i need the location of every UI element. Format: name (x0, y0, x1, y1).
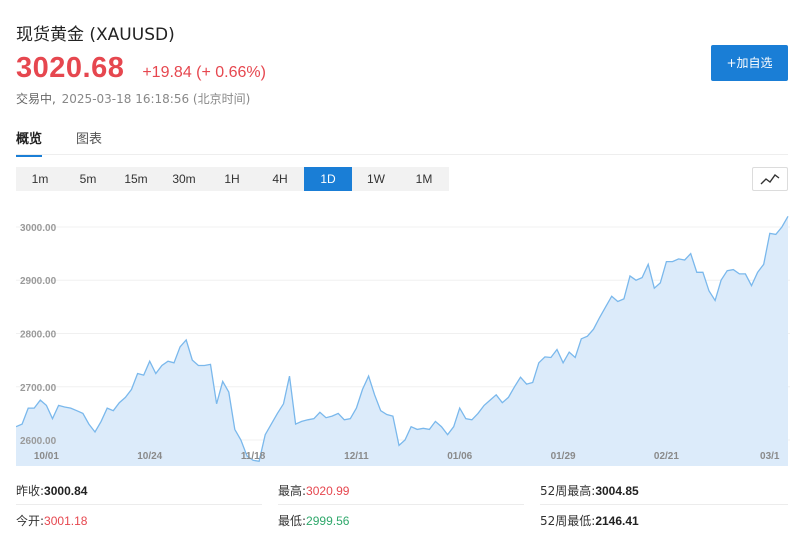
main-tabs: 概览 图表 (16, 128, 136, 157)
trading-status: 交易中, 2025-03-18 16:18:56 (北京时间) (16, 90, 250, 107)
y-tick-label: 2600.00 (20, 436, 57, 447)
x-tick-label: 10/24 (137, 451, 162, 462)
add-to-watchlist-button[interactable]: +加自选 (711, 45, 788, 81)
trading-status-label: 交易中, (16, 92, 56, 106)
last-price: 3020.68 (16, 52, 125, 84)
stat-52w-high: 52周最高:3004.85 (540, 484, 639, 498)
y-tick-label: 2800.00 (20, 330, 57, 341)
chart-type-toggle[interactable] (752, 167, 788, 191)
stat-52w-low: 52周最低:2146.41 (540, 514, 639, 528)
tab-overview[interactable]: 概览 (16, 128, 43, 157)
period-1h[interactable]: 1H (208, 167, 256, 191)
x-tick-label: 01/06 (447, 451, 472, 462)
x-tick-label: 03/1 (760, 451, 780, 462)
price-change: +19.84 (+ 0.66%) (142, 64, 266, 81)
price-row: 3020.68 +19.84 (+ 0.66%) (16, 52, 266, 85)
period-5m[interactable]: 5m (64, 167, 112, 191)
period-1w[interactable]: 1W (352, 167, 400, 191)
period-1d[interactable]: 1D (304, 167, 352, 191)
stat-high: 最高:3020.99 (278, 484, 350, 498)
row-divider (16, 504, 262, 505)
period-30m[interactable]: 30m (160, 167, 208, 191)
period-selector: 1m 5m 15m 30m 1H 4H 1D 1W 1M (16, 167, 449, 191)
x-tick-label: 12/11 (344, 451, 369, 462)
tab-chart[interactable]: 图表 (76, 128, 102, 157)
period-1m[interactable]: 1m (16, 167, 64, 191)
row-divider (540, 504, 788, 505)
period-4h[interactable]: 4H (256, 167, 304, 191)
x-tick-label: 02/21 (654, 451, 679, 462)
y-tick-label: 3000.00 (20, 223, 57, 234)
line-chart-icon (760, 174, 780, 185)
x-tick-label: 11/18 (241, 451, 266, 462)
y-tick-label: 2900.00 (20, 276, 57, 287)
period-1mo[interactable]: 1M (400, 167, 448, 191)
period-15m[interactable]: 15m (112, 167, 160, 191)
price-chart[interactable]: 2600.00 2700.00 2800.00 2900.00 3000.00 10/0… (16, 203, 790, 466)
stat-open: 今开:3001.18 (16, 514, 88, 528)
x-tick-label: 01/29 (551, 451, 576, 462)
instrument-title: 现货黄金 (XAUUSD) (16, 25, 175, 45)
stats-row: 今开:3001.18 最低:2999.56 52周最低:2146.41 (0, 506, 800, 534)
stat-prev-close: 昨收:3000.84 (16, 484, 88, 498)
tabs-divider (16, 154, 788, 155)
row-divider (278, 504, 524, 505)
x-tick-label: 10/01 (34, 451, 59, 462)
stat-low: 最低:2999.56 (278, 514, 350, 528)
y-tick-label: 2700.00 (20, 383, 57, 394)
quote-timestamp: 2025-03-18 16:18:56 (北京时间) (61, 92, 251, 106)
stats-row: 昨收:3000.84 最高:3020.99 52周最高:3004.85 (0, 476, 800, 505)
